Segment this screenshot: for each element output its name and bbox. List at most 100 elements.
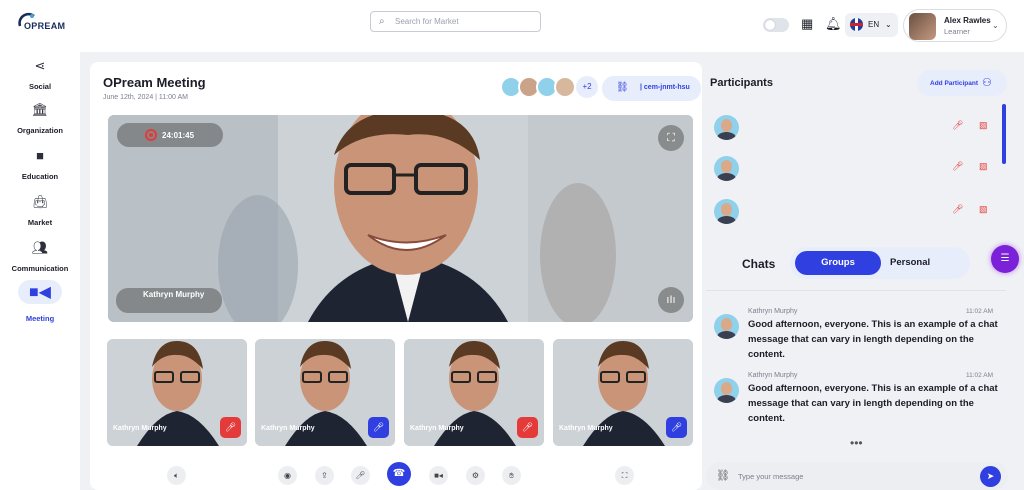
language-code: EN bbox=[868, 20, 880, 29]
extra-count: +2 bbox=[576, 76, 598, 98]
camera-off-icon[interactable]: ▧ bbox=[979, 204, 988, 215]
sidebar-item-label: Organization bbox=[17, 126, 63, 135]
record-button-icon[interactable]: ◉ bbox=[278, 466, 297, 485]
add-participant-label: Add Participant bbox=[930, 80, 979, 87]
menu-icon: ☰ bbox=[1000, 253, 1010, 264]
end-call-icon[interactable]: ☎︎ bbox=[387, 462, 411, 486]
avatar bbox=[554, 76, 576, 98]
top-bar: OPREAM ⌕ Search for Market ▦ 🔔︎ EN ⌄ Ale… bbox=[0, 0, 1024, 52]
share-screen-icon[interactable]: ⇪ bbox=[315, 466, 334, 485]
sidebar-item-education[interactable]: ■ Education bbox=[0, 148, 80, 181]
mic-off-icon[interactable]: 🎤︎ bbox=[952, 120, 963, 131]
thumbnail-name: Kathryn Murphy bbox=[410, 425, 464, 432]
message-placeholder: Type your message bbox=[738, 472, 804, 481]
participants-title: Participants bbox=[710, 77, 773, 89]
participant-thumbnail[interactable]: Kathryn Murphy 🎤︎ bbox=[107, 339, 247, 446]
expand-icon[interactable]: ⛶ bbox=[615, 466, 634, 485]
theme-toggle[interactable] bbox=[763, 18, 789, 32]
logo-text: OPREAM bbox=[24, 21, 66, 31]
thumbnail-name: Kathryn Murphy bbox=[113, 425, 167, 432]
participant-thumbnail[interactable]: Kathryn Murphy 🎤︎ bbox=[553, 339, 693, 446]
message-time: 11:02 AM bbox=[966, 372, 993, 379]
chat-tabs: Groups Personal bbox=[790, 247, 970, 279]
meeting-panel: OPream Meeting June 12th, 2024 | 11:00 A… bbox=[90, 62, 702, 490]
participant-row[interactable]: 🎤︎ ▧ bbox=[714, 197, 1004, 225]
attach-link-icon[interactable]: ⛓︎ bbox=[716, 469, 730, 482]
people-icon: 👥︎ bbox=[31, 240, 49, 255]
chat-switcher: Chats Groups Personal bbox=[725, 247, 970, 279]
bell-icon[interactable]: 🔔︎ bbox=[825, 16, 842, 32]
search-icon: ⌕ bbox=[379, 16, 385, 27]
sidebar-item-social[interactable]: ⋖ Social bbox=[0, 58, 80, 91]
bank-icon: 🏛︎ bbox=[31, 102, 49, 117]
chevron-down-icon: ⌄ bbox=[992, 21, 999, 30]
speaker-icon[interactable]: 🔈︎ bbox=[167, 466, 186, 485]
sidebar-item-communication[interactable]: 👥︎ Communication bbox=[0, 240, 80, 273]
mic-off-icon[interactable]: 🎤︎ bbox=[952, 161, 963, 172]
chats-label: Chats bbox=[742, 257, 776, 271]
mic-icon[interactable]: 🎤︎ bbox=[666, 417, 687, 438]
main-video[interactable]: 24:01:45 ⛶ Kathryn Murphy ıIı bbox=[108, 115, 693, 322]
avatar bbox=[714, 314, 739, 339]
meeting-date: June 12th, 2024 | 11:00 AM bbox=[103, 94, 188, 101]
mic-off-icon[interactable]: 🎤︎ bbox=[952, 204, 963, 215]
sidebar-item-label: Market bbox=[27, 218, 53, 227]
participant-thumbnail[interactable]: Kathryn Murphy 🎤︎ bbox=[255, 339, 395, 446]
message-time: 11:02 AM bbox=[966, 308, 993, 315]
raise-hand-icon[interactable]: ✋︎ bbox=[502, 466, 521, 485]
audio-wave-button[interactable]: ıIı bbox=[658, 287, 684, 313]
share-icon: ⋖ bbox=[34, 58, 46, 73]
mic-icon[interactable]: 🎤︎ bbox=[368, 417, 389, 438]
fullscreen-button[interactable]: ⛶ bbox=[658, 125, 684, 151]
camera-icon[interactable]: ■◂ bbox=[429, 466, 448, 485]
participant-row[interactable]: 🎤︎ ▧ bbox=[714, 154, 1004, 182]
floating-action-button[interactable]: ☰ bbox=[991, 245, 1019, 273]
participant-avatars[interactable]: +2 bbox=[500, 76, 600, 100]
user-role: Learner bbox=[944, 27, 970, 36]
camera-off-icon[interactable]: ▧ bbox=[979, 161, 988, 172]
meeting-title: OPream Meeting bbox=[103, 75, 206, 90]
call-controls: 🔈︎ ◉ ⇪ 🎤︎ ☎︎ ■◂ ⚙︎ ✋︎ ⛶ bbox=[90, 460, 702, 490]
tab-personal[interactable]: Personal bbox=[890, 257, 930, 268]
sidebar-item-meeting[interactable]: ■◀ Meeting bbox=[0, 280, 80, 323]
message-sender: Kathryn Murphy bbox=[748, 372, 798, 379]
message-body: Good afternoon, everyone. This is an exa… bbox=[748, 383, 998, 424]
participant-row[interactable]: 🎤︎ ▧ bbox=[714, 113, 1004, 141]
sidebar-item-label: Communication bbox=[11, 264, 69, 273]
toggle-knob bbox=[765, 20, 775, 30]
sidebar-item-label: Education bbox=[21, 172, 59, 181]
calendar-icon[interactable]: ▦ bbox=[801, 16, 813, 32]
message-input[interactable]: ⛓︎ Type your message ➤ bbox=[706, 462, 1008, 490]
more-messages-icon[interactable]: ••• bbox=[850, 436, 863, 450]
sidebar-item-label: Meeting bbox=[25, 314, 55, 323]
mic-muted-icon[interactable]: 🎤︎ bbox=[220, 417, 241, 438]
participant-thumbnail[interactable]: Kathryn Murphy 🎤︎ bbox=[404, 339, 544, 446]
divider bbox=[706, 290, 1006, 291]
add-participant-button[interactable]: Add Participant ⚇ bbox=[917, 70, 1007, 96]
camera-off-icon[interactable]: ▧ bbox=[979, 120, 988, 131]
tab-groups[interactable]: Groups bbox=[795, 251, 881, 275]
sidebar: ⋖ Social 🏛︎ Organization ■ Education 👜︎ … bbox=[0, 52, 80, 490]
user-menu[interactable]: Alex Rawles Learner ⌄ bbox=[903, 9, 1007, 42]
uk-flag-icon bbox=[850, 18, 863, 31]
thumbnail-name: Kathryn Murphy bbox=[261, 425, 315, 432]
search-input[interactable]: ⌕ Search for Market bbox=[370, 11, 541, 32]
fullscreen-icon: ⛶ bbox=[667, 132, 675, 144]
thumbnail-strip: Kathryn Murphy 🎤︎ Kathryn Murphy 🎤︎ Kath… bbox=[107, 339, 693, 446]
book-icon: ■ bbox=[36, 148, 44, 163]
sidebar-item-organization[interactable]: 🏛︎ Organization bbox=[0, 102, 80, 135]
mic-muted-icon[interactable]: 🎤︎ bbox=[517, 417, 538, 438]
language-selector[interactable]: EN ⌄ bbox=[845, 13, 898, 37]
meeting-link-button[interactable]: ⛓︎ | cem-jnmt-hsu bbox=[602, 76, 701, 101]
sidebar-item-label: Social bbox=[28, 82, 52, 91]
sidebar-item-market[interactable]: 👜︎ Market bbox=[0, 194, 80, 227]
record-icon bbox=[145, 129, 157, 141]
settings-icon[interactable]: ⚙︎ bbox=[466, 466, 485, 485]
audio-wave-icon: ıIı bbox=[666, 294, 676, 306]
meeting-code-text: cem-jnmt-hsu bbox=[643, 84, 690, 91]
microphone-icon[interactable]: 🎤︎ bbox=[351, 466, 370, 485]
participants-scrollbar[interactable] bbox=[1002, 104, 1006, 164]
avatar bbox=[714, 378, 739, 403]
send-icon[interactable]: ➤ bbox=[980, 466, 1001, 487]
search-placeholder: Search for Market bbox=[395, 17, 459, 26]
